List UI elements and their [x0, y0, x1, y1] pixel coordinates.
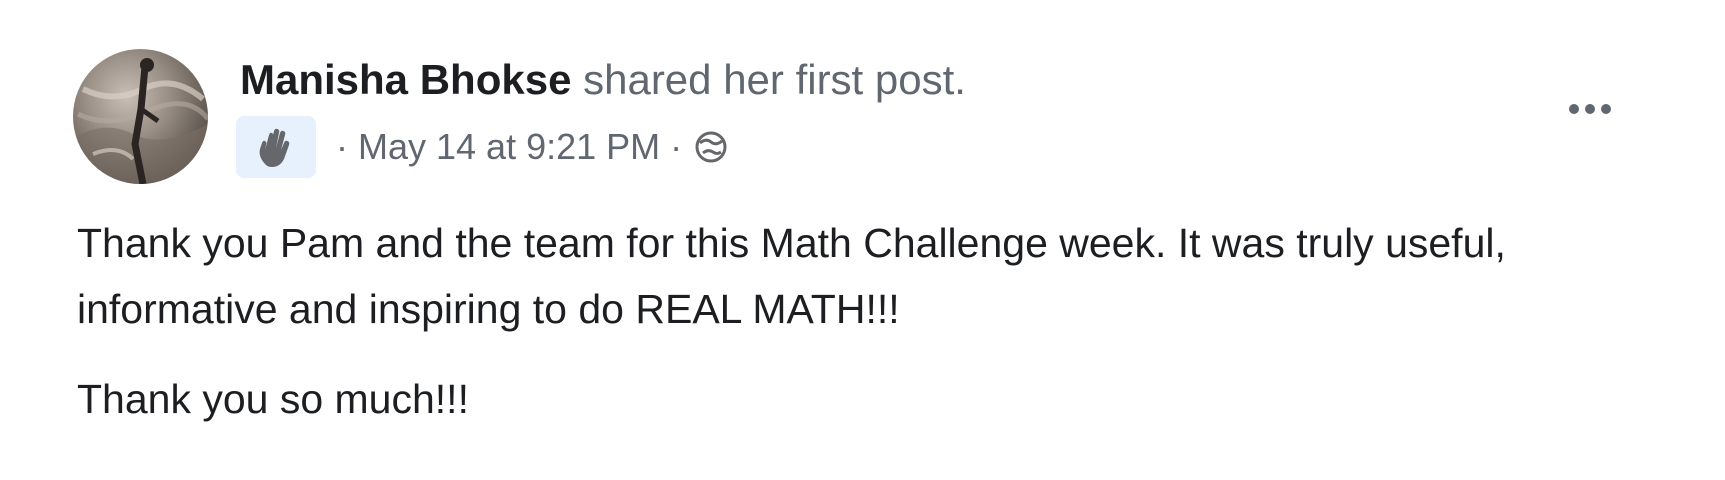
- author-name[interactable]: Manisha Bhokse: [240, 56, 571, 103]
- post-card: Manisha Bhokse shared her first post. · …: [0, 0, 1725, 480]
- meta-separator: ·: [670, 126, 683, 167]
- more-dot: [1585, 104, 1595, 114]
- avatar[interactable]: [73, 49, 208, 184]
- post-paragraph: Thank you Pam and the team for this Math…: [77, 220, 1506, 332]
- first-post-badge[interactable]: [236, 116, 316, 178]
- more-dot: [1569, 104, 1579, 114]
- globe-icon[interactable]: [694, 130, 728, 164]
- post-timestamp[interactable]: May 14 at 9:21 PM: [358, 126, 660, 168]
- more-dot: [1601, 104, 1611, 114]
- action-text: shared her first post.: [571, 56, 966, 103]
- post-header: Manisha Bhokse shared her first post.: [240, 54, 966, 106]
- post-body: Thank you Pam and the team for this Math…: [77, 210, 1637, 432]
- more-options-icon[interactable]: [1555, 92, 1625, 126]
- waving-hand-icon: [259, 128, 290, 167]
- meta-separator: ·: [336, 126, 348, 167]
- post-paragraph: Thank you so much!!!: [77, 376, 469, 422]
- post-meta: · May 14 at 9:21 PM ·: [236, 116, 728, 178]
